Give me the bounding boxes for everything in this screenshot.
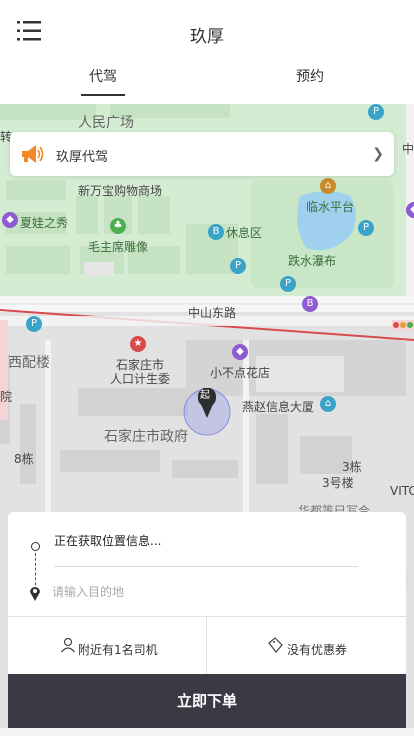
map-label-bldg-3hao: 3号楼 bbox=[322, 476, 354, 490]
map-label-family-planning-2: 人口计生委 bbox=[110, 372, 171, 386]
bus-poi-icon[interactable]: B bbox=[302, 296, 318, 312]
coupons[interactable]: 没有优惠券 bbox=[207, 617, 405, 675]
map-label-bldg-8: 8栋 bbox=[14, 452, 34, 466]
map-label-gov: 石家庄市政府 bbox=[104, 429, 188, 445]
origin-dot-icon bbox=[31, 542, 40, 551]
info-bar: 附近有1名司机 没有优惠券 bbox=[8, 616, 406, 675]
app-header: 玖厚 bbox=[0, 0, 414, 64]
map-label-xiawa: 夏娃之秀 bbox=[20, 216, 69, 230]
megaphone-icon bbox=[22, 145, 44, 163]
map-label-people-square: 人民广场 bbox=[78, 115, 134, 131]
landmark-poi-icon[interactable]: ⌂ bbox=[320, 178, 336, 194]
destination-input[interactable] bbox=[50, 580, 354, 604]
coupon-icon bbox=[268, 637, 283, 653]
map-label-vito: VITC bbox=[390, 484, 414, 498]
map-label-yanzhao: 燕赵信息大厦 bbox=[242, 400, 315, 414]
map-label-xiaobudian: 小不点花店 bbox=[210, 366, 271, 380]
bottom-strip bbox=[0, 728, 414, 736]
nearby-drivers-label: 附近有1名司机 bbox=[78, 643, 158, 657]
order-now-button[interactable]: 立即下单 bbox=[8, 674, 406, 728]
coupons-label: 没有优惠券 bbox=[287, 643, 348, 657]
poi-icon[interactable]: P bbox=[358, 220, 374, 236]
map-label-edge-zhong: 中 bbox=[402, 142, 414, 156]
service-banner[interactable]: 玖厚代驾 ❯ bbox=[10, 132, 394, 176]
origin-text[interactable]: 正在获取位置信息... bbox=[54, 532, 161, 549]
chevron-right-icon: ❯ bbox=[372, 146, 384, 162]
trip-panel: 正在获取位置信息... bbox=[8, 512, 406, 616]
map-label-waterfall: 跌水瀑布 bbox=[288, 254, 337, 268]
map-label-edge-yuan: 院 bbox=[0, 390, 13, 404]
poi-icon[interactable]: P bbox=[280, 276, 296, 292]
building-poi-icon[interactable]: ⌂ bbox=[320, 396, 336, 412]
poi-icon[interactable]: P bbox=[230, 258, 246, 274]
shop-poi-icon[interactable]: ◆ bbox=[232, 344, 248, 360]
map-label-bldg-3: 3栋 bbox=[342, 460, 362, 474]
map-label-linshui: 临水平台 bbox=[306, 200, 355, 214]
map-label-wanfubao: 新万宝购物商场 bbox=[78, 184, 163, 198]
start-marker-label: 起 bbox=[200, 390, 210, 401]
person-icon bbox=[61, 637, 75, 653]
tab-chauffeur[interactable]: 代驾 bbox=[63, 64, 143, 104]
destination-pin-icon bbox=[30, 587, 40, 601]
park-poi-icon[interactable]: ♣ bbox=[110, 218, 126, 234]
divider bbox=[54, 566, 358, 567]
tab-reservation[interactable]: 预约 bbox=[270, 64, 350, 104]
page-title: 玖厚 bbox=[190, 27, 224, 47]
map-label-xipeilou: 西配楼 bbox=[8, 355, 50, 371]
map-label-rest-area: 休息区 bbox=[226, 226, 263, 240]
bus-poi-icon[interactable]: B bbox=[208, 224, 224, 240]
map-label-mao-statue: 毛主席雕像 bbox=[88, 240, 149, 254]
gov-poi-icon[interactable]: ★ bbox=[130, 336, 146, 352]
banner-text: 玖厚代驾 bbox=[56, 150, 109, 165]
shopping-poi-icon[interactable]: ◆ bbox=[2, 212, 18, 228]
poi-icon[interactable]: P bbox=[26, 316, 42, 332]
map-label-road: 中山东路 bbox=[188, 306, 237, 320]
poi-icon[interactable]: P bbox=[368, 104, 384, 120]
service-tabs: 代驾 预约 bbox=[0, 64, 414, 104]
nearby-drivers[interactable]: 附近有1名司机 bbox=[8, 617, 206, 675]
